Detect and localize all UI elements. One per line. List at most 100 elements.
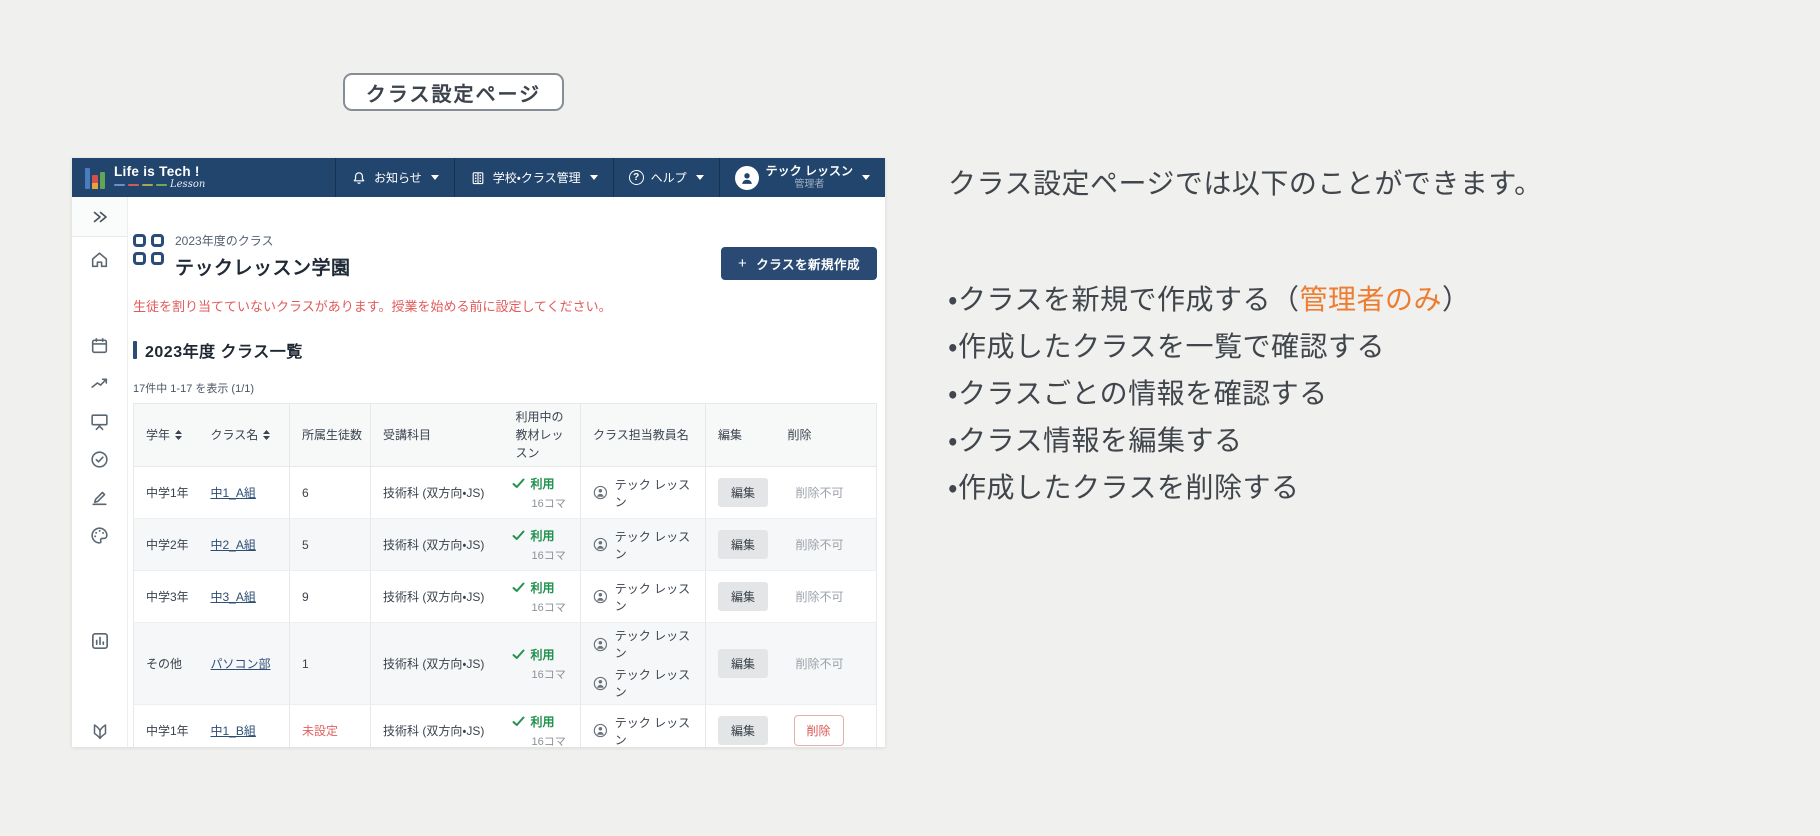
grade-cell: 中学1年 [133, 704, 199, 747]
usage-cell: 利用 16コマ [503, 466, 581, 519]
column-header-grade[interactable]: 学年 [133, 403, 199, 467]
usage-cell: 利用 16コマ [503, 704, 581, 747]
class-name-link[interactable]: 中1_B組 [211, 724, 256, 738]
plus-icon: + [737, 255, 748, 272]
teacher-cell: テック レッスン [580, 518, 706, 571]
sort-icon [263, 430, 271, 440]
user-avatar [734, 165, 759, 190]
description-bullet: ・クラスごとの情報を確認する [948, 378, 1328, 409]
menu-notifications-label: お知らせ [374, 171, 422, 185]
menu-school-class-admin[interactable]: 学校・クラス管理 [453, 158, 613, 197]
sidebar-item-tasks[interactable] [89, 448, 111, 470]
home-icon [91, 251, 108, 267]
class-name-link[interactable]: 中2_A組 [211, 538, 256, 552]
palette-icon [91, 526, 108, 544]
year-label: 2023年度のクラス [175, 234, 274, 248]
students-unset-label: 未設定 [302, 724, 339, 738]
column-header-teacher: クラス担当教員名 [580, 403, 706, 467]
class-name-link[interactable]: 中1_A組 [211, 486, 256, 500]
create-class-label: クラスを新規作成 [756, 258, 860, 272]
sidebar-item-calendar[interactable] [89, 334, 111, 356]
menu-school-class-admin-label: 学校・クラス管理 [492, 171, 581, 185]
sidebar-item-edit[interactable] [89, 486, 111, 508]
teacher-icon [593, 723, 608, 738]
presentation-icon [91, 413, 108, 430]
sort-icon [175, 430, 183, 440]
teacher-icon [593, 589, 608, 604]
delete-disabled-label: 削除不可 [795, 590, 844, 604]
grade-cell: 中学3年 [133, 570, 199, 623]
students-cell: 5 [289, 518, 371, 571]
menu-help-label: ヘルプ [650, 171, 687, 185]
check-icon [512, 530, 524, 540]
teacher-icon [593, 485, 608, 500]
description-bullet: ・作成したクラスを一覧で確認する [948, 331, 1385, 362]
create-class-button[interactable]: + クラスを新規作成 [720, 247, 877, 280]
delete-disabled-label: 削除不可 [795, 538, 844, 552]
sidebar-item-home[interactable] [89, 248, 111, 270]
description-list: ・クラスを新規で作成する（管理者のみ） ・作成したクラスを一覧で確認する ・クラ… [948, 276, 1648, 511]
page-label: クラス設定ページ [343, 73, 564, 111]
class-table: 学年 クラス名 所属生徒数 受講科目 利用中の教材レッスン クラス担当教員名 編… [133, 403, 877, 747]
table-row: 中学1年 中1_A組 6 技術科 (双方向・JS) 利用 16コマ テック レッ… [133, 466, 877, 519]
table-row: 中学3年 中3_A組 9 技術科 (双方向・JS) 利用 16コマ テック レッ… [133, 570, 877, 623]
delete-disabled-label: 削除不可 [795, 486, 844, 500]
user-name: テック レッスン [765, 164, 853, 179]
column-header-delete: 削除 [775, 403, 877, 467]
students-cell: 9 [289, 570, 371, 623]
delete-disabled-label: 削除不可 [795, 657, 844, 671]
column-header-class-name[interactable]: クラス名 [198, 403, 290, 467]
delete-button[interactable]: 削除 [793, 715, 844, 746]
column-header-materials: 利用中の教材レッスン [503, 403, 581, 467]
description-heading: クラス設定ページでは以下のことができます。 [948, 168, 1543, 199]
subject-cell: 技術科 (双方向・JS) [370, 518, 504, 571]
admin-only-highlight: 管理者のみ [1299, 284, 1442, 315]
edit-button[interactable]: 編集 [718, 478, 769, 507]
chevron-down-icon [695, 175, 704, 180]
table-row: 中学2年 中2_A組 5 技術科 (双方向・JS) 利用 16コマ テック レッ… [133, 518, 877, 571]
check-icon [512, 478, 524, 488]
teacher-icon [593, 676, 608, 690]
sidebar-item-creative[interactable] [89, 524, 111, 546]
page: { "page_label": "クラス設定ページ", "app": { "na… [0, 0, 1820, 836]
class-name-link[interactable]: 中3_A組 [211, 590, 256, 604]
sidebar [72, 197, 128, 747]
check-circle-icon [91, 450, 108, 468]
sidebar-item-lessons[interactable] [89, 410, 111, 432]
chevron-down-icon [862, 175, 870, 180]
table-row: 中学1年 中1_B組 未設定 技術科 (双方向・JS) 利用 16コマ テック … [133, 704, 877, 747]
school-name: テックレッスン学園 [175, 258, 351, 279]
sidebar-item-reports[interactable] [89, 630, 111, 652]
description-bullet: ・クラスを新規で作成する（管理者のみ） [948, 284, 1471, 315]
pencil-icon [92, 491, 107, 505]
check-icon [512, 649, 524, 659]
sidebar-expand-button[interactable] [72, 197, 127, 237]
check-icon [512, 582, 524, 592]
menu-notifications[interactable]: お知らせ [335, 158, 454, 197]
brand-logo[interactable]: Life is Tech ! Lesson [72, 158, 205, 197]
edit-button[interactable]: 編集 [718, 716, 769, 745]
calendar-icon [91, 337, 108, 353]
user-menu[interactable]: テック レッスン 管理者 [718, 158, 885, 197]
trending-up-icon [91, 378, 108, 388]
edit-button[interactable]: 編集 [718, 582, 769, 611]
grade-cell: その他 [133, 622, 199, 705]
usage-cell: 利用 16コマ [503, 622, 581, 705]
chevron-down-icon [589, 175, 598, 180]
students-cell: 1 [289, 622, 371, 705]
user-role: 管理者 [794, 178, 825, 190]
sidebar-item-beginner-guide[interactable] [89, 720, 111, 742]
class-name-link[interactable]: パソコン部 [211, 657, 271, 671]
edit-button[interactable]: 編集 [718, 649, 769, 678]
teacher-cell: テック レッスン [580, 704, 706, 747]
person-icon [741, 172, 752, 184]
sidebar-item-analytics[interactable] [89, 372, 111, 394]
brand-logo-icon [85, 166, 106, 189]
column-header-students: 所属生徒数 [289, 403, 371, 467]
chevron-down-icon [430, 175, 439, 180]
edit-button[interactable]: 編集 [718, 530, 769, 559]
menu-help[interactable]: ? ヘルプ [612, 158, 719, 197]
app-navbar: Life is Tech ! Lesson お知らせ 学校・クラス管理 ? ヘル… [72, 158, 885, 197]
teacher-icon [593, 537, 608, 552]
table-header-row: 学年 クラス名 所属生徒数 受講科目 利用中の教材レッスン クラス担当教員名 編… [133, 403, 877, 467]
